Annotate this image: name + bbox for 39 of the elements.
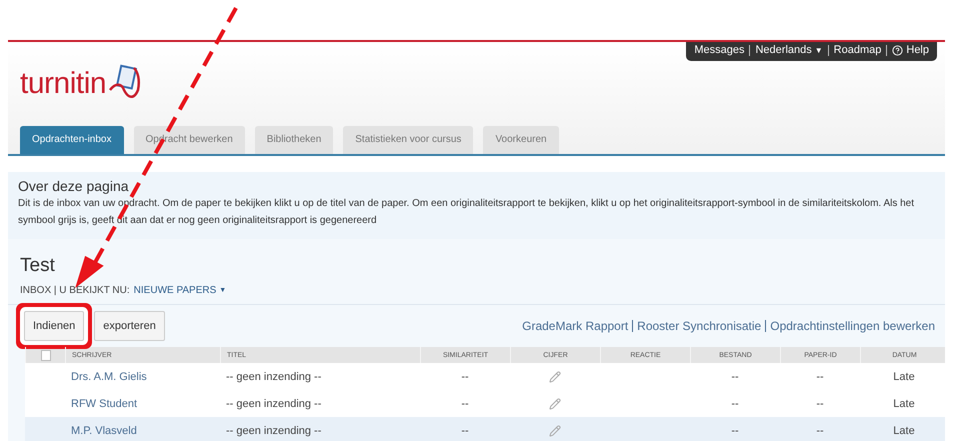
pencil-icon[interactable] bbox=[549, 370, 561, 382]
tab[interactable]: Voorkeuren bbox=[483, 126, 559, 154]
tab[interactable]: Bibliotheken bbox=[254, 126, 334, 154]
pencil-icon[interactable] bbox=[549, 398, 561, 410]
table-cell: -- bbox=[816, 424, 824, 436]
info-title: Over deze pagina bbox=[18, 178, 130, 194]
table-cell: -- geen inzending -- bbox=[226, 370, 322, 382]
tab[interactable]: Statistieken voor cursus bbox=[343, 126, 474, 154]
select-all-checkbox[interactable] bbox=[40, 350, 50, 360]
table-cell: Late bbox=[893, 370, 915, 382]
table-cell: -- bbox=[461, 370, 469, 382]
export-button[interactable]: exporteren bbox=[94, 311, 165, 341]
author-link[interactable]: RFW Student bbox=[71, 398, 138, 410]
table-cell: -- bbox=[461, 424, 469, 436]
table-cell: -- bbox=[816, 398, 824, 410]
toolbar-link[interactable]: GradeMark Rapport bbox=[522, 320, 628, 332]
table-cell: -- bbox=[731, 398, 739, 410]
table-cell: -- geen inzending -- bbox=[226, 398, 322, 410]
table-cell: Late bbox=[893, 398, 915, 410]
tab[interactable]: Opdrachten-inbox bbox=[20, 126, 124, 154]
language-dropdown[interactable]: Nederlands ▼ bbox=[749, 45, 823, 56]
table-cell: -- bbox=[731, 370, 739, 382]
help-icon bbox=[892, 45, 904, 56]
breadcrumb: INBOX | U BEKIJKT NU: bbox=[20, 285, 130, 296]
table-cell: -- bbox=[731, 424, 739, 436]
turnitin-logo: turnitin bbox=[20, 64, 142, 104]
table-cell: -- geen inzending -- bbox=[226, 424, 322, 436]
menu-link[interactable]: Roadmap bbox=[828, 45, 882, 56]
author-link[interactable]: M.P. Vlasveld bbox=[71, 424, 137, 436]
table-cell: -- bbox=[461, 398, 469, 410]
toolbar-link[interactable]: Opdrachtinstellingen bewerken bbox=[765, 320, 935, 332]
toolbar-link[interactable]: Rooster Synchronisatie bbox=[632, 320, 762, 332]
author-link[interactable]: Drs. A.M. Gielis bbox=[71, 370, 147, 382]
table-cell: -- bbox=[816, 370, 824, 382]
table-cell: Late bbox=[893, 424, 915, 436]
assignment-title: Test bbox=[19, 254, 56, 277]
pencil-icon[interactable] bbox=[549, 424, 561, 436]
menu-link[interactable]: Messages bbox=[694, 45, 744, 56]
help-link[interactable]: Help bbox=[886, 45, 929, 56]
